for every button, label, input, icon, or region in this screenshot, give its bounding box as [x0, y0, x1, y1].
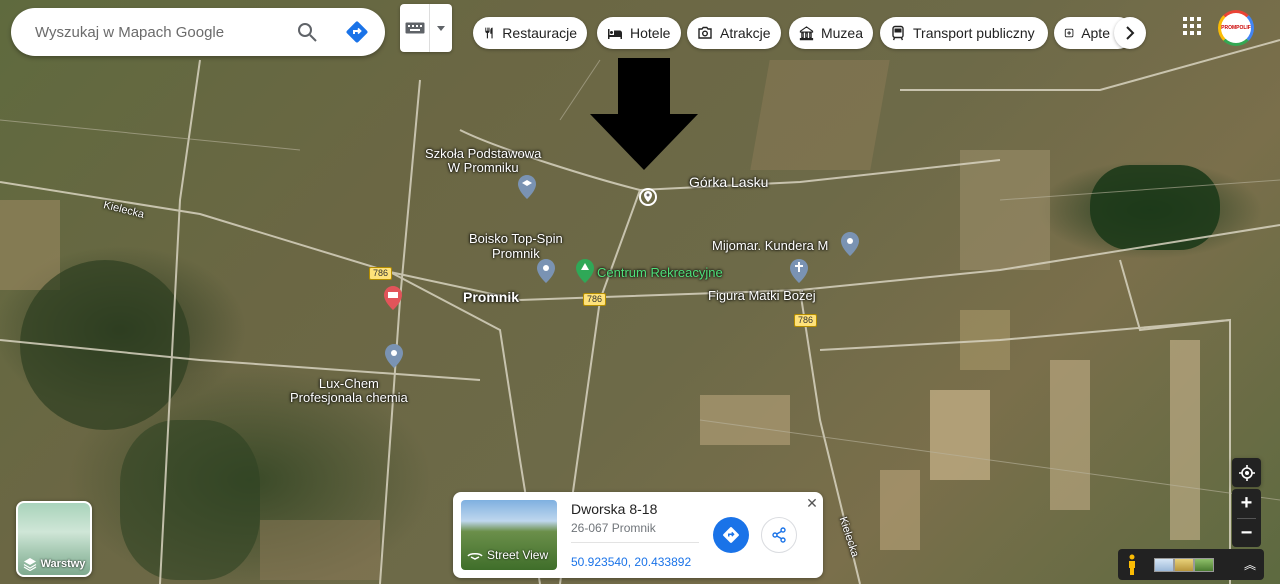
street-view-icon	[467, 553, 483, 560]
map-label-promnik[interactable]: Promnik	[463, 290, 519, 304]
chip-restaurants[interactable]: Restauracje	[473, 17, 587, 49]
layers-icon	[23, 558, 36, 571]
directions-icon[interactable]	[345, 20, 369, 44]
search-icon[interactable]	[295, 20, 319, 44]
map-type-thumbnail[interactable]	[1174, 557, 1194, 572]
road-shield-786: 786	[583, 293, 607, 306]
park-pin-icon[interactable]	[576, 259, 594, 283]
pegman-icon[interactable]	[1126, 554, 1138, 576]
chip-label: Transport publiczny	[913, 25, 1035, 41]
directions-icon	[723, 527, 739, 543]
my-location-icon	[1238, 464, 1255, 481]
map-type-thumbnail[interactable]	[1154, 557, 1174, 572]
map-label-centrum-rekreacyjne[interactable]: Centrum Rekreacyjne	[597, 266, 723, 280]
chip-hotels[interactable]: Hotele	[597, 17, 681, 49]
down-arrow-icon	[590, 58, 698, 170]
google-apps-icon[interactable]	[1180, 14, 1204, 38]
chip-public-transport[interactable]: Transport publiczny	[880, 17, 1048, 49]
layers-button[interactable]: Warstwy	[16, 501, 92, 577]
bank-pin-icon[interactable]	[384, 286, 402, 310]
road-shield-786: 786	[369, 267, 393, 280]
map-label-gorka-lasku[interactable]: Górka Lasku	[689, 175, 768, 189]
street-view-label: Street View	[487, 548, 549, 562]
chip-label: Atrakcje	[720, 25, 771, 41]
zoom-controls: + −	[1232, 489, 1261, 547]
close-icon[interactable]: ✕	[805, 496, 819, 510]
map-label-boisko[interactable]: Boisko Top-Spin Promnik	[469, 231, 563, 261]
church-pin-icon[interactable]	[790, 259, 808, 283]
map-label-mijomar[interactable]: Mijomar. Kundera M	[712, 239, 828, 253]
shop-pin-icon[interactable]	[841, 232, 859, 256]
chip-label: Apte	[1081, 25, 1110, 41]
camera-icon	[698, 26, 712, 39]
layers-label: Warstwy	[40, 558, 86, 570]
road-shield-786: 786	[794, 314, 818, 327]
zoom-in-button[interactable]: +	[1232, 489, 1261, 518]
map-label-school[interactable]: Szkoła Podstawowa W Promniku	[425, 147, 541, 175]
input-tools	[400, 4, 452, 52]
zoom-out-button[interactable]: −	[1232, 519, 1261, 548]
map-label-lux-chem[interactable]: Lux-Chem Profesjonala chemia	[290, 377, 408, 405]
shop-pin-icon[interactable]	[385, 344, 403, 368]
place-title: Dworska 8-18	[571, 501, 658, 517]
place-address: 26-067 Promnik	[571, 521, 656, 535]
chevron-right-icon	[1126, 26, 1135, 40]
restaurant-icon	[485, 27, 493, 39]
map-bottom-controls: ︽	[1118, 549, 1264, 580]
pharmacy-icon	[1064, 28, 1074, 38]
place-info-card: Street View Dworska 8-18 26-067 Promnik …	[453, 492, 823, 578]
input-tools-dropdown[interactable]	[430, 25, 452, 31]
directions-button[interactable]	[713, 517, 749, 553]
map-label-figura[interactable]: Figura Matki Bożej	[708, 289, 816, 303]
chip-label: Hotele	[630, 25, 671, 41]
share-icon	[772, 527, 786, 543]
chevron-down-icon	[437, 25, 445, 31]
my-location-button[interactable]	[1232, 458, 1261, 487]
street-view-thumbnail[interactable]: Street View	[461, 500, 557, 570]
avatar-logo-text: PROMPOLIF	[1221, 25, 1251, 31]
map-type-thumbnails	[1154, 557, 1214, 572]
place-coordinates[interactable]: 50.923540, 20.433892	[571, 555, 691, 569]
keyboard-button[interactable]	[400, 4, 430, 52]
keyboard-icon	[405, 22, 424, 34]
search-input[interactable]	[35, 20, 285, 44]
selected-location-pin-icon[interactable]	[638, 186, 658, 208]
chip-museums[interactable]: Muzea	[789, 17, 873, 49]
museum-icon	[799, 26, 814, 41]
chips-next-button[interactable]	[1114, 17, 1146, 49]
map-type-thumbnail[interactable]	[1194, 557, 1214, 572]
sports-pin-icon[interactable]	[537, 259, 555, 283]
transit-icon	[892, 25, 904, 41]
school-pin-icon[interactable]	[518, 175, 536, 199]
divider	[571, 542, 699, 543]
chip-label: Muzea	[820, 25, 863, 41]
search-box	[11, 8, 385, 56]
chip-attractions[interactable]: Atrakcje	[687, 17, 781, 49]
hotel-icon	[608, 29, 622, 39]
share-button[interactable]	[761, 517, 797, 553]
chevron-up-icon[interactable]: ︽	[1244, 556, 1256, 573]
chip-label: Restauracje	[502, 25, 577, 41]
account-avatar[interactable]: PROMPOLIF	[1218, 10, 1254, 46]
